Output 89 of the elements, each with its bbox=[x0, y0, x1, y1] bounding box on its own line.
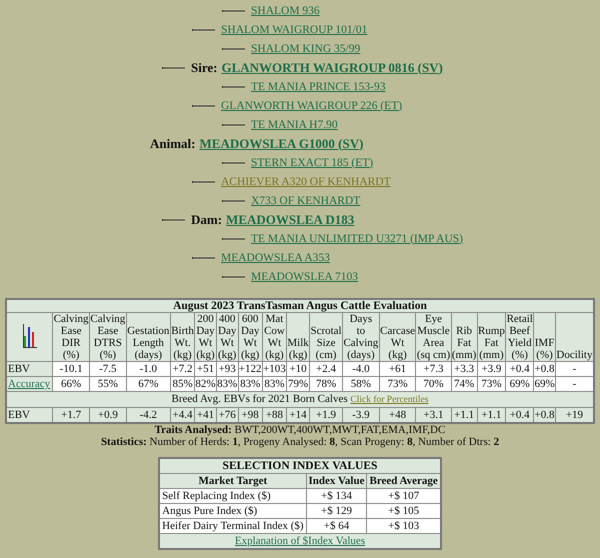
tree-connector-icon bbox=[222, 122, 246, 126]
pedigree-link[interactable]: SHALOM WAIGROUP 101/01 bbox=[221, 24, 368, 36]
table-cell: +1.7 bbox=[52, 408, 90, 423]
pedigree-link[interactable]: STERN EXACT 185 (ET) bbox=[251, 156, 374, 168]
table-cell: +$ 64 bbox=[306, 518, 367, 534]
table-cell: +$ 105 bbox=[366, 504, 441, 518]
table-cell: +0.9 bbox=[89, 408, 126, 423]
table-cell: +1.9 bbox=[310, 408, 343, 423]
table-cell: +2.4 bbox=[310, 362, 343, 376]
table-cell: +122 bbox=[238, 362, 262, 376]
table-cell: 73% bbox=[477, 376, 506, 392]
pedigree-link[interactable]: X733 OF KENHARDT bbox=[251, 194, 360, 206]
table-cell: +0.4 bbox=[506, 362, 534, 376]
table-cell: 67% bbox=[126, 376, 170, 392]
table-cell: +48 bbox=[379, 408, 416, 423]
row-label: EBV bbox=[8, 409, 30, 421]
table-cell: Angus Pure Index ($) bbox=[159, 504, 306, 518]
tree-connector-icon bbox=[192, 180, 216, 184]
pedigree-link[interactable]: TE MANIA UNLIMITED U3271 (IMP AUS) bbox=[251, 232, 463, 244]
pedigree-link[interactable]: MEADOWSLEA D183 bbox=[226, 212, 354, 228]
row-label: EBV bbox=[8, 363, 30, 375]
table-cell: +3.3 bbox=[451, 362, 478, 376]
tree-connector-icon bbox=[192, 256, 216, 260]
table-cell: -7.5 bbox=[89, 362, 126, 376]
tree-connector-icon bbox=[192, 104, 216, 108]
pedigree-label: Sire: bbox=[191, 60, 218, 76]
breed-average-note: Breed Avg. EBVs for 2021 Born Calves bbox=[172, 393, 348, 405]
pedigree-link[interactable]: TE MANIA H7.90 bbox=[251, 118, 338, 130]
tree-connector-icon bbox=[162, 218, 186, 222]
pedigree-link[interactable]: TE MANIA PRINCE 153-93 bbox=[251, 80, 386, 92]
percentiles-link[interactable]: Click for Percentiles bbox=[350, 395, 428, 405]
table-cell: - bbox=[555, 362, 594, 376]
table-cell: +7.3 bbox=[416, 362, 452, 376]
tree-connector-icon bbox=[162, 66, 186, 70]
table-cell: +0.4 bbox=[506, 408, 534, 423]
bar-chart-icon[interactable] bbox=[22, 324, 37, 348]
table-cell: -4.0 bbox=[342, 362, 380, 376]
table-cell: +88 bbox=[262, 408, 287, 423]
table-cell: 70% bbox=[416, 376, 452, 392]
table-cell: +61 bbox=[379, 362, 416, 376]
table-cell: Self Replacing Index ($) bbox=[159, 488, 306, 504]
table-cell: 74% bbox=[451, 376, 478, 392]
table-cell: +$ 103 bbox=[366, 518, 441, 534]
table-cell: -4.2 bbox=[126, 408, 170, 423]
pedigree-link[interactable]: SHALOM KING 35/99 bbox=[251, 42, 360, 54]
table-cell: 83% bbox=[238, 376, 262, 392]
tree-connector-icon bbox=[222, 84, 246, 88]
pedigree-link[interactable]: GLANWORTH WAIGROUP 226 (ET) bbox=[221, 100, 402, 112]
tree-connector-icon bbox=[222, 236, 246, 240]
table-cell: +$ 134 bbox=[306, 488, 367, 504]
table-cell: +3.1 bbox=[416, 408, 452, 423]
table-cell: 69% bbox=[506, 376, 534, 392]
tree-connector-icon bbox=[222, 198, 246, 202]
table-cell: -1.0 bbox=[126, 362, 170, 376]
table-cell: - bbox=[555, 376, 594, 392]
tree-connector-icon bbox=[222, 8, 246, 12]
table-cell: +$ 129 bbox=[306, 504, 367, 518]
table-title: SELECTION INDEX VALUES bbox=[159, 458, 441, 474]
table-cell: +3.9 bbox=[477, 362, 506, 376]
table-cell: 73% bbox=[379, 376, 416, 392]
tree-connector-icon bbox=[222, 274, 246, 278]
table-cell: 78% bbox=[310, 376, 343, 392]
table-cell: +19 bbox=[555, 408, 594, 423]
table-cell: -10.1 bbox=[52, 362, 90, 376]
table-cell: 66% bbox=[52, 376, 90, 392]
table-cell: +4.4 bbox=[170, 408, 195, 423]
pedigree-label: Animal: bbox=[150, 136, 196, 152]
tree-connector-icon bbox=[222, 160, 246, 164]
table-cell: 58% bbox=[342, 376, 380, 392]
table-title: August 2023 TransTasman Angus Cattle Evaluation bbox=[6, 299, 594, 312]
table-cell: -3.9 bbox=[342, 408, 380, 423]
table-cell: 55% bbox=[89, 376, 126, 392]
tree-connector-icon bbox=[192, 28, 216, 32]
statistics-text: Statistics: Number of Herds: 1, Progeny Analysed: 8, Scan Progeny: 8, Number of Dtrs: 2 bbox=[100, 436, 500, 448]
table-cell: +98 bbox=[238, 408, 262, 423]
table-cell: +1.1 bbox=[477, 408, 506, 423]
pedigree-link[interactable]: MEADOWSLEA G1000 (SV) bbox=[200, 136, 364, 152]
pedigree-link[interactable]: SHALOM 936 bbox=[251, 4, 320, 16]
pedigree-link[interactable]: MEADOWSLEA A353 bbox=[221, 252, 330, 264]
table-cell: +14 bbox=[286, 408, 310, 423]
pedigree-link[interactable]: GLANWORTH WAIGROUP 0816 (SV) bbox=[221, 60, 443, 76]
table-cell: +$ 107 bbox=[366, 488, 441, 504]
table-cell: +1.1 bbox=[451, 408, 478, 423]
pedigree-label: Dam: bbox=[191, 212, 222, 228]
table-cell: Heifer Dairy Terminal Index ($) bbox=[159, 518, 306, 534]
pedigree-link[interactable]: ACHIEVER A320 OF KENHARDT bbox=[221, 176, 391, 188]
traits-text: Traits Analysed: BWT,200WT,400WT,MWT,FAT,EMA,IMF,DC bbox=[154, 424, 446, 436]
pedigree-link[interactable]: MEADOWSLEA 7103 bbox=[251, 270, 358, 282]
tree-connector-icon bbox=[222, 46, 246, 50]
